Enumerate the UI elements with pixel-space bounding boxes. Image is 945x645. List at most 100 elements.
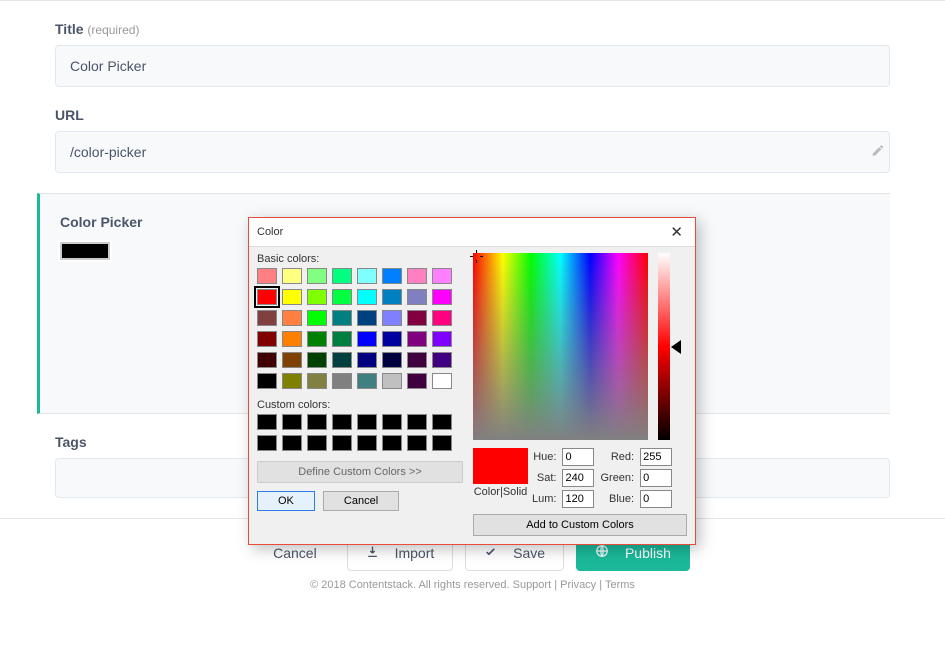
- dialog-title: Color: [257, 226, 283, 238]
- hue-sat-field[interactable]: [473, 253, 648, 440]
- basic-color-cell[interactable]: [382, 331, 402, 347]
- basic-color-cell[interactable]: [257, 289, 277, 305]
- custom-colors-label: Custom colors:: [257, 399, 463, 411]
- title-input[interactable]: Color Picker: [55, 45, 890, 87]
- pencil-icon[interactable]: [871, 144, 885, 161]
- basic-color-cell[interactable]: [307, 352, 327, 368]
- basic-color-cell[interactable]: [432, 289, 452, 305]
- custom-color-cell[interactable]: [332, 435, 352, 451]
- basic-color-cell[interactable]: [382, 352, 402, 368]
- dialog-cancel-button[interactable]: Cancel: [323, 491, 399, 511]
- basic-color-cell[interactable]: [432, 373, 452, 389]
- basic-color-cell[interactable]: [432, 310, 452, 326]
- basic-color-cell[interactable]: [407, 352, 427, 368]
- blue-input[interactable]: [640, 490, 672, 508]
- url-input[interactable]: /color-picker: [55, 131, 890, 173]
- check-icon: [484, 545, 505, 561]
- custom-color-cell[interactable]: [432, 435, 452, 451]
- title-label-text: Title: [55, 21, 84, 37]
- custom-color-cell[interactable]: [282, 435, 302, 451]
- basic-color-cell[interactable]: [282, 373, 302, 389]
- custom-color-cell[interactable]: [332, 414, 352, 430]
- basic-color-cell[interactable]: [282, 331, 302, 347]
- basic-color-cell[interactable]: [332, 331, 352, 347]
- custom-color-cell[interactable]: [307, 414, 327, 430]
- basic-color-cell[interactable]: [407, 310, 427, 326]
- basic-color-cell[interactable]: [332, 289, 352, 305]
- globe-icon: [595, 544, 617, 561]
- basic-color-cell[interactable]: [307, 268, 327, 284]
- url-label: URL: [55, 107, 890, 123]
- red-label: Red:: [600, 451, 634, 463]
- basic-color-cell[interactable]: [407, 289, 427, 305]
- basic-color-cell[interactable]: [282, 289, 302, 305]
- lum-input[interactable]: [562, 490, 594, 508]
- basic-color-cell[interactable]: [332, 352, 352, 368]
- luminance-slider[interactable]: [658, 253, 670, 440]
- green-input[interactable]: [640, 469, 672, 487]
- custom-color-cell[interactable]: [407, 414, 427, 430]
- custom-color-cell[interactable]: [432, 414, 452, 430]
- custom-color-cell[interactable]: [282, 414, 302, 430]
- basic-color-cell[interactable]: [357, 352, 377, 368]
- basic-color-cell[interactable]: [357, 373, 377, 389]
- add-to-custom-button[interactable]: Add to Custom Colors: [473, 514, 687, 536]
- form-content: Title (required) Color Picker URL /color…: [0, 1, 945, 173]
- basic-color-cell[interactable]: [257, 310, 277, 326]
- terms-link[interactable]: Terms: [605, 579, 635, 591]
- hue-input[interactable]: [562, 448, 594, 466]
- basic-color-cell[interactable]: [282, 268, 302, 284]
- custom-color-cell[interactable]: [382, 435, 402, 451]
- red-input[interactable]: [640, 448, 672, 466]
- basic-color-cell[interactable]: [407, 268, 427, 284]
- close-icon[interactable]: ✕: [666, 223, 687, 241]
- basic-color-cell[interactable]: [382, 289, 402, 305]
- custom-color-cell[interactable]: [357, 414, 377, 430]
- basic-color-cell[interactable]: [307, 373, 327, 389]
- basic-color-cell[interactable]: [382, 268, 402, 284]
- privacy-link[interactable]: Privacy: [560, 579, 596, 591]
- basic-color-cell[interactable]: [357, 331, 377, 347]
- basic-color-cell[interactable]: [407, 373, 427, 389]
- support-link[interactable]: Support: [513, 579, 552, 591]
- basic-color-cell[interactable]: [382, 310, 402, 326]
- basic-color-cell[interactable]: [257, 373, 277, 389]
- custom-color-cell[interactable]: [382, 414, 402, 430]
- basic-color-cell[interactable]: [307, 289, 327, 305]
- publish-label: Publish: [625, 545, 671, 561]
- color-dialog: Color ✕ Basic colors: Custom colors: Def…: [248, 217, 696, 545]
- basic-color-cell[interactable]: [332, 268, 352, 284]
- sat-input[interactable]: [562, 469, 594, 487]
- basic-color-cell[interactable]: [332, 373, 352, 389]
- basic-color-cell[interactable]: [357, 289, 377, 305]
- basic-color-cell[interactable]: [257, 331, 277, 347]
- basic-color-cell[interactable]: [432, 352, 452, 368]
- basic-color-cell[interactable]: [257, 352, 277, 368]
- copyright-text: © 2018 Contentstack. All rights reserved…: [310, 579, 509, 591]
- custom-color-cell[interactable]: [407, 435, 427, 451]
- basic-color-cell[interactable]: [382, 373, 402, 389]
- title-hint: (required): [87, 23, 139, 37]
- dialog-titlebar[interactable]: Color ✕: [249, 218, 695, 247]
- basic-color-cell[interactable]: [282, 352, 302, 368]
- import-icon: [366, 545, 387, 561]
- basic-color-cell[interactable]: [257, 268, 277, 284]
- basic-color-cell[interactable]: [307, 310, 327, 326]
- color-swatch[interactable]: [60, 242, 110, 260]
- ok-button[interactable]: OK: [257, 491, 315, 511]
- basic-color-cell[interactable]: [357, 310, 377, 326]
- define-custom-button[interactable]: Define Custom Colors >>: [257, 461, 463, 483]
- custom-color-cell[interactable]: [257, 435, 277, 451]
- basic-color-cell[interactable]: [307, 331, 327, 347]
- custom-color-cell[interactable]: [357, 435, 377, 451]
- preview-label: Color|Solid: [473, 486, 528, 498]
- basic-color-cell[interactable]: [407, 331, 427, 347]
- basic-color-cell[interactable]: [332, 310, 352, 326]
- basic-color-cell[interactable]: [432, 331, 452, 347]
- custom-color-cell[interactable]: [307, 435, 327, 451]
- basic-color-cell[interactable]: [357, 268, 377, 284]
- custom-color-cell[interactable]: [257, 414, 277, 430]
- basic-colors-grid: [257, 268, 463, 389]
- basic-color-cell[interactable]: [282, 310, 302, 326]
- basic-color-cell[interactable]: [432, 268, 452, 284]
